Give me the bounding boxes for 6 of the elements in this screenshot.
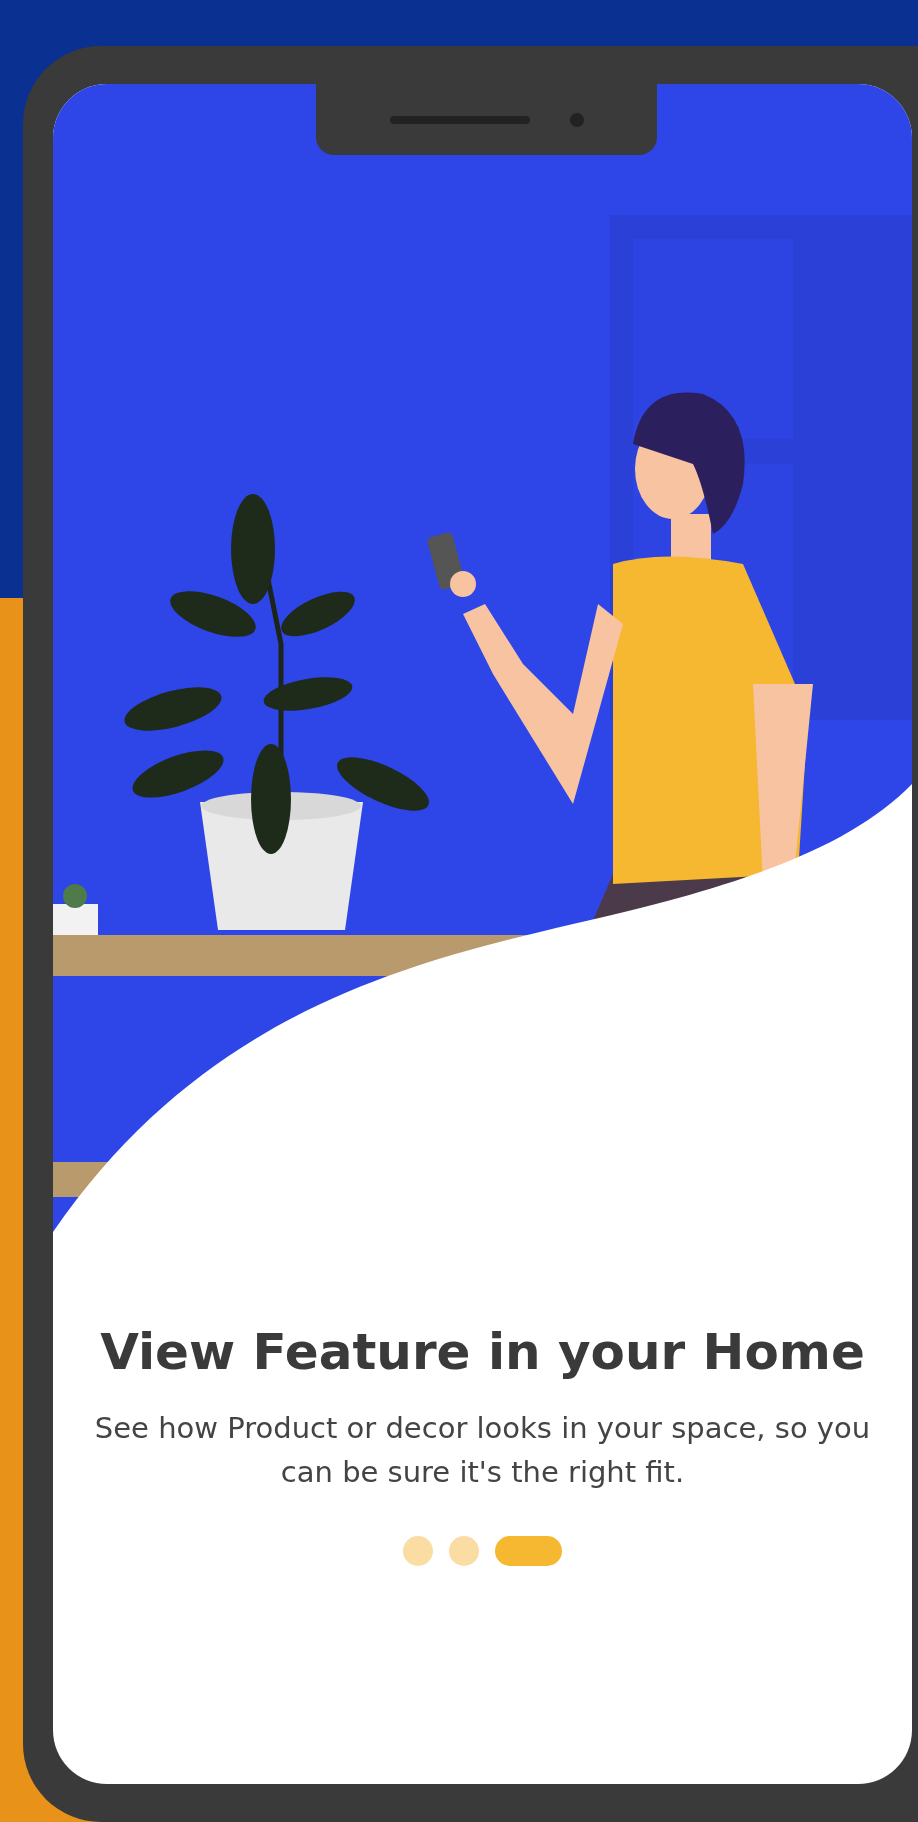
page-indicator-dot[interactable]	[403, 1536, 433, 1566]
page-indicator-dot[interactable]	[449, 1536, 479, 1566]
camera-icon	[569, 112, 584, 127]
onboarding-description: See how Product or decor looks in your space, so you can be sure it's the right fit.	[93, 1410, 872, 1491]
onboarding-title: View Feature in your Home	[99, 1322, 866, 1383]
speaker-icon	[389, 115, 530, 124]
